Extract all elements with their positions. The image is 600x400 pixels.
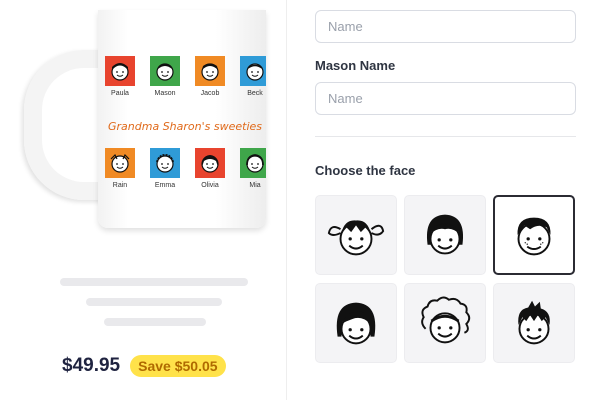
mug-kid-tile [105,148,135,178]
price: $49.95 [62,355,121,376]
face-option-pigtails[interactable] [315,195,397,275]
kid-face-icon [156,153,174,173]
panel-divider [286,0,287,400]
mug-caption: Grandma Sharon's sweeties [108,120,262,133]
face-options-grid [315,195,577,363]
mug-kid-name: Emma [154,182,176,189]
mug-kid: Mason [147,56,183,97]
mug-top-row: Paula Mason Jacob Beck [102,56,266,97]
loading-skeleton-line [60,278,248,286]
kid-face-icon [110,153,130,173]
kid-face-icon [156,63,174,81]
kid-face-icon [111,63,129,81]
mug-body: Paula Mason Jacob Beck Grandma Sharon's … [98,10,266,228]
mug-kid-tile [150,56,180,86]
mug-kid: Paula [102,56,138,97]
mug-kid-name: Rain [112,182,128,189]
mug-kid-tile [150,148,180,178]
mug-kid-name: Mason [154,90,176,97]
kid-face-icon [246,154,264,173]
mug-kid-name: Jacob [200,90,220,97]
mug-kid: Mia [237,148,266,189]
mug-kid-tile [195,56,225,86]
mug-kid: Rain [102,148,138,189]
face-curly-headband-icon [421,296,471,344]
mug-kid-name: Olivia [201,182,219,189]
kid-face-icon [201,155,219,173]
face-option-curly-headband[interactable] [404,283,486,363]
mug-kid: Olivia [192,148,228,189]
mug-kid-name: Paula [111,90,129,97]
face-option-freckles-boy[interactable] [493,195,575,275]
mug-bottom-row: Rain Emma Olivia Mia [102,148,266,189]
section-divider [315,136,576,137]
face-option-side-part[interactable] [315,283,397,363]
mug-kid-name: Beck [247,90,263,97]
name-input-1[interactable] [315,10,576,43]
face-option-spiky-boy[interactable] [493,283,575,363]
face-freckles-boy-icon [517,217,551,256]
mason-name-input[interactable] [315,82,576,115]
face-bob-bangs-icon [426,214,464,255]
price-row: $49.95 Save $50.05 [62,355,226,377]
save-badge: Save $50.05 [130,355,226,377]
mug-kid-tile [105,56,135,86]
kid-face-icon [246,63,264,81]
choose-face-heading: Choose the face [315,163,416,178]
face-pigtails-icon [327,220,385,256]
mug-kid: Emma [147,148,183,189]
face-spiky-boy-icon [518,300,550,345]
kid-face-icon [201,63,219,81]
mason-name-label: Mason Name [315,58,396,73]
mug-image: Paula Mason Jacob Beck Grandma Sharon's … [18,10,266,238]
face-option-bob-bangs[interactable] [404,195,486,275]
mug-kid-tile [195,148,225,178]
product-preview-panel: Paula Mason Jacob Beck Grandma Sharon's … [0,0,285,400]
mug-kid-tile [240,56,266,86]
mug-kid-name: Mia [249,182,261,189]
mug-kid-tile [240,148,266,178]
loading-skeleton-line [104,318,206,326]
loading-skeleton-line [86,298,222,306]
face-side-part-icon [336,302,376,345]
mug-kid: Jacob [192,56,228,97]
mug-kid: Beck [237,56,266,97]
